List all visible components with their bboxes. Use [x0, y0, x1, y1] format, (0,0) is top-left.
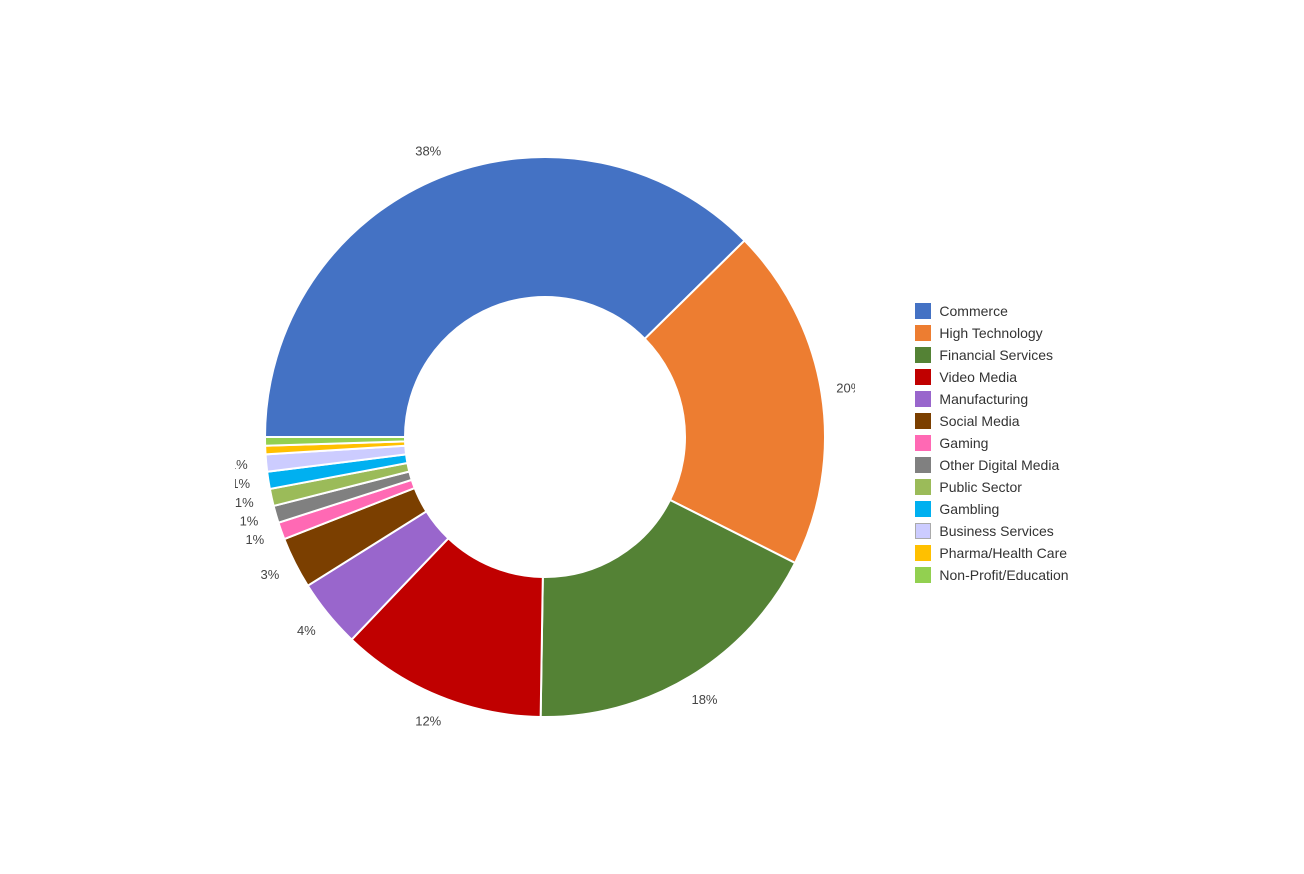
label-video-media: 12%	[416, 713, 442, 728]
legend-item-5: Social Media	[915, 410, 1068, 432]
label-manufacturing: 4%	[297, 623, 316, 638]
legend-color-8	[915, 479, 931, 495]
legend-label-7: Other Digital Media	[939, 457, 1059, 473]
label-public-sector: 1%	[235, 495, 254, 510]
legend-color-12	[915, 567, 931, 583]
legend-color-4	[915, 391, 931, 407]
label-social-media: 3%	[261, 567, 280, 582]
legend-color-2	[915, 347, 931, 363]
legend-label-1: High Technology	[939, 325, 1042, 341]
legend-label-3: Video Media	[939, 369, 1017, 385]
legend-label-11: Pharma/Health Care	[939, 545, 1067, 561]
label-other-digital-media: 1%	[240, 514, 259, 529]
legend-color-5	[915, 413, 931, 429]
legend-item-2: Financial Services	[915, 344, 1068, 366]
legend-label-6: Gaming	[939, 435, 988, 451]
legend-item-8: Public Sector	[915, 476, 1068, 498]
segment-commerce	[265, 157, 745, 437]
label-financial-services: 18%	[692, 692, 718, 707]
legend-item-11: Pharma/Health Care	[915, 542, 1068, 564]
legend-label-4: Manufacturing	[939, 391, 1028, 407]
legend-color-11	[915, 545, 931, 561]
legend-label-0: Commerce	[939, 303, 1007, 319]
legend-color-7	[915, 457, 931, 473]
legend-item-3: Video Media	[915, 366, 1068, 388]
label-gambling: 1%	[235, 476, 251, 491]
legend-label-8: Public Sector	[939, 479, 1021, 495]
legend-item-1: High Technology	[915, 322, 1068, 344]
legend-label-12: Non-Profit/Education	[939, 567, 1068, 583]
chart-legend: Commerce High Technology Financial Service…	[915, 288, 1068, 586]
donut-svg: 38% 20% 18% 12% 4% 3% 1% 1% 1% 1% 1%	[235, 127, 855, 747]
legend-color-6	[915, 435, 931, 451]
legend-label-9: Gambling	[939, 501, 999, 517]
label-commerce: 38%	[416, 143, 442, 158]
label-gaming: 1%	[246, 532, 265, 547]
legend-item-0: Commerce	[915, 300, 1068, 322]
label-high-technology: 20%	[837, 381, 856, 396]
legend-color-0	[915, 303, 931, 319]
legend-label-5: Social Media	[939, 413, 1019, 429]
chart-container: 38% 20% 18% 12% 4% 3% 1% 1% 1% 1% 1% Commerce High …	[0, 0, 1304, 874]
legend-item-7: Other Digital Media	[915, 454, 1068, 476]
legend-label-2: Financial Services	[939, 347, 1053, 363]
legend-color-9	[915, 501, 931, 517]
label-business-services: 1%	[235, 457, 248, 472]
legend-color-10	[915, 523, 931, 539]
legend-color-1	[915, 325, 931, 341]
legend-item-12: Non-Profit/Education	[915, 564, 1068, 586]
legend-label-10: Business Services	[939, 523, 1053, 539]
legend-item-10: Business Services	[915, 520, 1068, 542]
legend-color-3	[915, 369, 931, 385]
legend-item-6: Gaming	[915, 432, 1068, 454]
legend-item-9: Gambling	[915, 498, 1068, 520]
legend-item-4: Manufacturing	[915, 388, 1068, 410]
donut-chart-wrapper: 38% 20% 18% 12% 4% 3% 1% 1% 1% 1% 1%	[235, 127, 855, 747]
